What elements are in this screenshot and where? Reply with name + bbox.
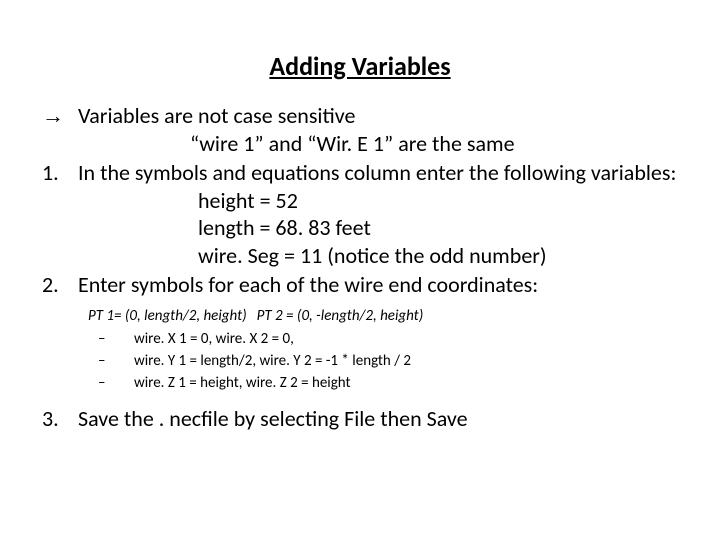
sub-3: – wire. Z 1 = height, wire. Z 2 = height: [40, 373, 680, 395]
bullet-arrow-row: → Variables are not case sensitive: [40, 102, 680, 130]
slide-body: → Variables are not case sensitive “wire…: [40, 102, 680, 432]
arrow-icon: →: [40, 102, 78, 130]
item-2: 2. Enter symbols for each of the wire en…: [40, 271, 680, 299]
var-def-3: wire. Seg = 11 (notice the odd number): [40, 242, 680, 270]
item-1-marker: 1.: [40, 159, 78, 187]
var-def-2: length = 68. 83 feet: [40, 214, 680, 242]
item-1-text: In the symbols and equations column ente…: [78, 159, 680, 187]
dash-icon: –: [98, 351, 134, 373]
arrow-subtext: “wire 1” and “Wir. E 1” are the same: [40, 130, 680, 158]
item-1: 1. In the symbols and equations column e…: [40, 159, 680, 187]
dash-icon: –: [98, 329, 134, 351]
bullet-arrow-text: Variables are not case sensitive: [78, 102, 680, 130]
var-def-1: height = 52: [40, 187, 680, 215]
pt2-text: PT 2 = (0, -length/2, height): [257, 307, 424, 325]
sub-1-text: wire. X 1 = 0, wire. X 2 = 0,: [134, 329, 294, 351]
pt1-text: PT 1= (0, length/2, height): [88, 307, 247, 325]
sub-3-text: wire. Z 1 = height, wire. Z 2 = height: [134, 373, 351, 395]
sub-2-text: wire. Y 1 = length/2, wire. Y 2 = -1 * l…: [134, 351, 411, 373]
slide-title: Adding Variables: [40, 50, 680, 82]
sub-2: – wire. Y 1 = length/2, wire. Y 2 = -1 *…: [40, 351, 680, 373]
item-2-marker: 2.: [40, 271, 78, 299]
item-3-marker: 3.: [40, 405, 78, 433]
dash-icon: –: [98, 373, 134, 395]
item-3-text: Save the . necfile by selecting File the…: [78, 405, 680, 433]
item-3: 3. Save the . necfile by selecting File …: [40, 405, 680, 433]
slide: Adding Variables → Variables are not cas…: [0, 0, 720, 540]
pt-coords-line: PT 1= (0, length/2, height) PT 2 = (0, -l…: [40, 307, 680, 326]
item-2-text: Enter symbols for each of the wire end c…: [78, 271, 680, 299]
sub-1: – wire. X 1 = 0, wire. X 2 = 0,: [40, 329, 680, 351]
